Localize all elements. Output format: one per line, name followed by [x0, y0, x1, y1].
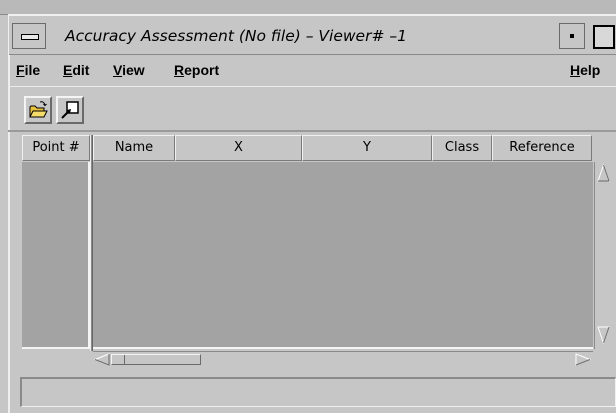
horizontal-scroll-thumb[interactable]	[111, 354, 201, 365]
row-number-column[interactable]	[22, 162, 90, 349]
menu-view[interactable]: View	[113, 60, 145, 80]
status-bar	[20, 377, 616, 407]
vertical-scrollbar[interactable]	[594, 162, 612, 349]
minimize-button[interactable]	[559, 23, 585, 49]
menu-view-label: iew	[122, 62, 145, 78]
minimize-icon	[570, 34, 574, 38]
column-header-point[interactable]: Point #	[22, 135, 90, 161]
scroll-right-arrow-icon[interactable]	[575, 353, 591, 366]
menu-report-label: eport	[184, 62, 220, 78]
open-file-button[interactable]	[24, 96, 52, 124]
maximize-icon	[593, 25, 615, 49]
column-header-class[interactable]: Class	[432, 135, 492, 161]
select-point-tool-icon	[61, 101, 79, 119]
open-folder-icon	[29, 101, 48, 118]
scroll-left-arrow-icon[interactable]	[94, 353, 110, 366]
title-bar: Accuracy Assessment (No file) – Viewer# …	[9, 16, 616, 55]
window-top-strip	[0, 0, 616, 15]
window-title: Accuracy Assessment (No file) – Viewer# …	[65, 27, 407, 45]
column-header-name[interactable]: Name	[93, 135, 175, 161]
menu-edit[interactable]: Edit	[63, 60, 89, 80]
column-header-y[interactable]: Y	[302, 135, 432, 161]
maximize-button[interactable]	[590, 23, 616, 49]
window-menu-icon	[21, 34, 39, 40]
menu-file[interactable]: File	[16, 60, 40, 80]
window-menu-button[interactable]	[12, 23, 46, 49]
menu-report-mnemonic: R	[174, 62, 185, 78]
select-point-button[interactable]	[56, 96, 84, 124]
menu-help[interactable]: Help	[570, 60, 600, 80]
menu-bar: File Edit View Report Help	[10, 56, 616, 84]
menu-help-label: elp	[580, 62, 601, 78]
menu-view-mnemonic: V	[113, 62, 123, 78]
scroll-up-arrow-icon[interactable]	[597, 164, 610, 182]
menu-file-mnemonic: F	[16, 62, 25, 78]
menu-report[interactable]: Report	[174, 60, 219, 80]
scroll-thumb-grip	[112, 355, 125, 364]
menu-file-label: ile	[24, 62, 41, 78]
column-header-x[interactable]: X	[175, 135, 302, 161]
assessment-table: Point # Name X Y Class Reference	[22, 135, 612, 371]
column-header-reference[interactable]: Reference	[492, 135, 592, 161]
data-grid[interactable]	[93, 162, 593, 349]
horizontal-scrollbar[interactable]	[93, 351, 593, 367]
menu-edit-label: dit	[72, 62, 90, 78]
menu-help-mnemonic: H	[570, 62, 581, 78]
menu-edit-mnemonic: E	[63, 62, 73, 78]
scroll-down-arrow-icon[interactable]	[597, 326, 610, 344]
toolbar	[8, 86, 616, 132]
